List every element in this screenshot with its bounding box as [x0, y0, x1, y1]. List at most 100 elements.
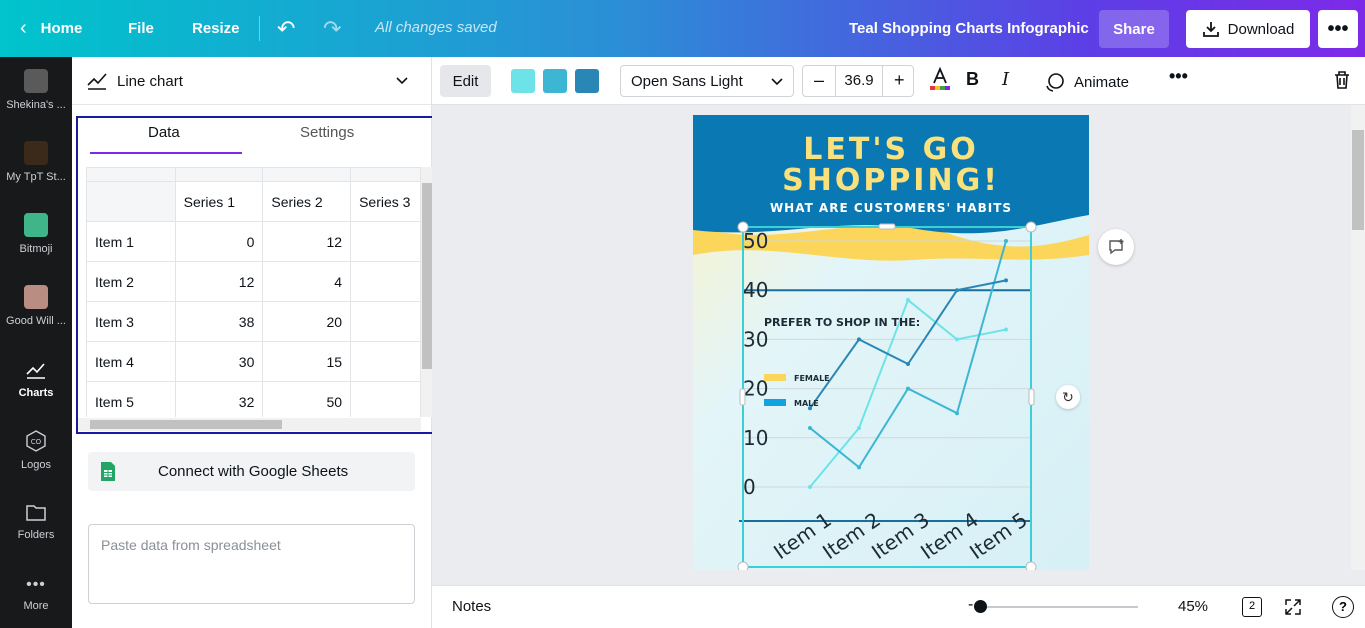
resize-handle[interactable]: [739, 388, 746, 406]
chart-caption[interactable]: PREFER TO SHOP IN THE:: [764, 316, 920, 329]
design-page[interactable]: LET'S GO SHOPPING! WHAT ARE CUSTOMERS' H…: [693, 115, 1089, 570]
rail-item-label: Good Will ...: [6, 315, 66, 327]
row-label-cell[interactable]: Item 1: [86, 221, 176, 262]
canvas-vertical-scrollbar[interactable]: [1351, 105, 1365, 570]
share-button[interactable]: Share: [1099, 10, 1169, 48]
data-point: [906, 386, 910, 391]
data-cell[interactable]: [350, 261, 421, 302]
rail-item-shekinas[interactable]: Shekina's ...: [0, 57, 72, 123]
rail-item-folders[interactable]: Folders: [0, 489, 72, 555]
resize-handle[interactable]: [737, 561, 749, 570]
add-comment-icon[interactable]: [1098, 229, 1134, 265]
data-cell[interactable]: [350, 301, 421, 342]
color-swatch[interactable]: [543, 69, 567, 93]
table-header-row: Series 1 Series 2 Series 3: [86, 181, 421, 222]
rail-item-label: Logos: [21, 459, 51, 471]
resize-handle[interactable]: [1025, 561, 1037, 570]
text-color-icon[interactable]: [930, 66, 950, 96]
chevron-down-icon: [771, 78, 783, 86]
data-cell[interactable]: 38: [174, 301, 264, 342]
resize-handle[interactable]: [1025, 221, 1037, 233]
help-icon[interactable]: ?: [1332, 596, 1354, 618]
rail-item-bitmoji[interactable]: Bitmoji: [0, 201, 72, 267]
column-header[interactable]: Series 3: [350, 181, 421, 222]
rail-item-more[interactable]: ••• More: [0, 561, 72, 627]
rail-item-tpt[interactable]: My TpT St...: [0, 129, 72, 195]
legend-label-male: MALE: [794, 399, 819, 408]
more-options-icon[interactable]: •••: [1169, 66, 1188, 87]
redo-icon[interactable]: ↷: [323, 0, 341, 57]
resize-handle[interactable]: [737, 221, 749, 233]
trash-icon[interactable]: [1333, 70, 1351, 90]
column-header[interactable]: Series 1: [174, 181, 264, 222]
divider: [259, 16, 260, 41]
row-label-cell[interactable]: Item 5: [86, 381, 176, 417]
font-size-input[interactable]: 36.9: [835, 66, 883, 96]
row-label-cell[interactable]: Item 2: [86, 261, 176, 302]
data-cell[interactable]: 12: [174, 261, 264, 302]
increase-font-size-button[interactable]: +: [894, 70, 905, 91]
bold-icon[interactable]: B: [966, 69, 979, 90]
data-point: [857, 425, 861, 430]
data-cell[interactable]: 30: [174, 341, 264, 382]
paste-data-textarea[interactable]: Paste data from spreadsheet: [88, 524, 415, 604]
zoom-slider[interactable]: [978, 606, 1138, 608]
data-cell[interactable]: 4: [262, 261, 352, 302]
data-cell[interactable]: [350, 341, 421, 382]
font-family-select[interactable]: Open Sans Light: [620, 65, 794, 97]
rail-item-logos[interactable]: CO Logos: [0, 417, 72, 483]
zoom-slider-handle[interactable]: [974, 600, 987, 613]
row-label-cell[interactable]: Item 3: [86, 301, 176, 342]
rail-item-goodwill[interactable]: Good Will ...: [0, 273, 72, 339]
data-point: [857, 465, 861, 470]
row-label-cell[interactable]: Item 4: [86, 341, 176, 382]
element-toolbar: Edit Open Sans Light – 36.9 + B I Animat…: [432, 57, 1365, 105]
decrease-font-size-button[interactable]: –: [814, 70, 824, 91]
notes-button[interactable]: Notes: [452, 598, 491, 615]
rotate-icon[interactable]: ↻: [1056, 385, 1080, 409]
data-cell[interactable]: 15: [262, 341, 352, 382]
page-count-button[interactable]: 2: [1242, 597, 1262, 617]
column-header[interactable]: Series 2: [262, 181, 352, 222]
scroll-thumb[interactable]: [1352, 130, 1364, 230]
headline-line2[interactable]: SHOPPING!: [782, 163, 1000, 198]
file-menu[interactable]: File: [128, 0, 154, 57]
data-point: [857, 337, 861, 342]
animate-button[interactable]: Animate: [1044, 72, 1129, 92]
rail-item-label: Bitmoji: [19, 243, 53, 255]
resize-handle[interactable]: [1028, 388, 1035, 406]
undo-icon[interactable]: ↶: [277, 0, 295, 57]
color-swatch[interactable]: [511, 69, 535, 93]
tab-settings[interactable]: Settings: [300, 124, 354, 141]
data-cell[interactable]: 12: [262, 221, 352, 262]
data-cell[interactable]: [350, 221, 421, 262]
edit-button[interactable]: Edit: [440, 65, 491, 97]
subheadline[interactable]: WHAT ARE CUSTOMERS' HABITS: [770, 201, 1012, 215]
zoom-level[interactable]: 45%: [1178, 598, 1208, 615]
scroll-thumb[interactable]: [90, 420, 282, 429]
rail-item-charts[interactable]: Charts: [0, 345, 72, 411]
download-button[interactable]: Download: [1186, 10, 1310, 48]
data-cell[interactable]: 0: [174, 221, 264, 262]
data-cell[interactable]: 20: [262, 301, 352, 342]
data-cell[interactable]: [350, 381, 421, 417]
zoom-out-icon[interactable]: -: [968, 596, 973, 614]
home-button[interactable]: ‹ Home: [20, 0, 82, 57]
document-title[interactable]: Teal Shopping Charts Infographic: [849, 20, 1089, 37]
data-grid: Series 1 Series 2 Series 3 Item 1 0 12 I…: [86, 167, 421, 417]
resize-handle[interactable]: [878, 223, 896, 230]
data-cell[interactable]: 50: [262, 381, 352, 417]
italic-icon[interactable]: I: [1002, 69, 1009, 90]
folder-thumbnail: [24, 285, 48, 309]
grid-horizontal-scrollbar[interactable]: [78, 418, 421, 431]
headline-line1[interactable]: LET'S GO: [803, 132, 978, 167]
connect-google-sheets-button[interactable]: Connect with Google Sheets: [88, 452, 415, 491]
chart-type-selector[interactable]: Line chart: [72, 57, 431, 105]
resize-menu[interactable]: Resize: [192, 0, 240, 57]
color-swatch[interactable]: [575, 69, 599, 93]
tab-data[interactable]: Data: [148, 124, 180, 141]
more-options-icon[interactable]: •••: [1318, 10, 1358, 48]
canvas-horizontal-scrollbar[interactable]: [432, 570, 1351, 585]
data-cell[interactable]: 32: [174, 381, 264, 417]
fullscreen-icon[interactable]: [1284, 598, 1302, 616]
